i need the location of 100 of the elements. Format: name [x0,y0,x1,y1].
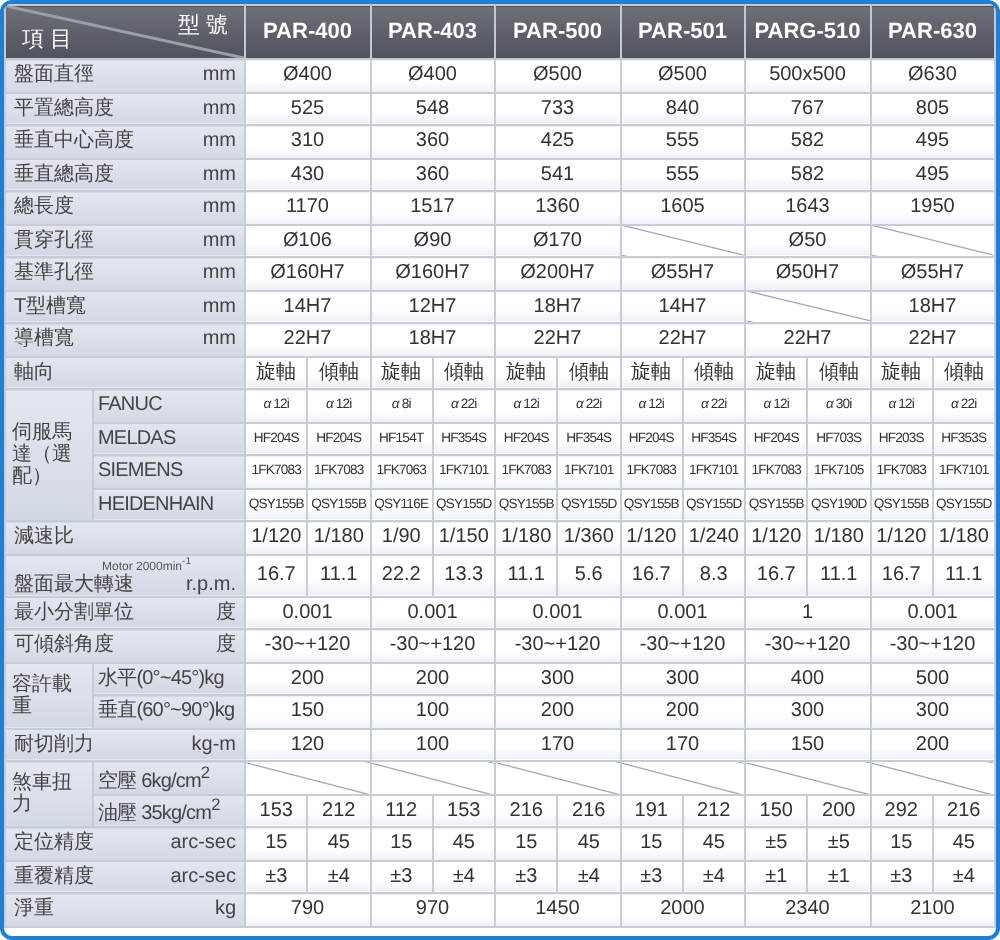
unit-label: mm [202,130,236,153]
blank-cell [620,761,745,794]
table-cell: 16.7 [620,554,683,596]
table-cell: 1/150 [432,521,495,554]
blank-cell [620,224,745,257]
table-cell: 582 [745,125,870,158]
column-header: PARG-510 [745,5,870,59]
table-cell: 1643 [745,191,870,224]
table-cell: 1/180 [932,521,995,554]
table-cell: 旋軸 [870,356,933,389]
table-cell: 425 [495,125,620,158]
table-cell: 200 [807,794,870,827]
blank-cell [870,224,995,257]
table-cell: Ø630 [870,59,995,92]
row-label: 空壓 6kg/cm$^{2}$ [93,761,245,794]
table-cell: Ø500 [620,59,745,92]
column-header: PAR-501 [620,5,745,59]
table-cell: 18H7 [370,323,495,356]
table-cell: Ø500 [495,59,620,92]
table-cell: 旋軸 [745,356,808,389]
table-cell: 0.001 [370,596,495,629]
table-cell: 805 [870,92,995,125]
table-cell: 15 [620,827,683,860]
table-cell: -30~+120 [245,629,370,662]
row-label: 平置總高度 [14,97,114,120]
row-label: 盤面直徑 [14,64,94,87]
table-cell: -30~+120 [495,629,620,662]
table-cell: 525 [245,92,370,125]
row-label: 水平(0°~45°)kg [93,662,245,695]
table-cell: 2100 [870,893,995,926]
table-cell: ±5 [807,827,870,860]
unit-label: 度 [216,601,236,624]
row-label: 定位精度 [14,832,94,855]
row-label: T型槽寬 [14,295,87,318]
group-label: 煞車扭力 [5,761,93,827]
table-cell: 傾軸 [807,356,870,389]
unit-label: mm [202,163,236,186]
unit-label: kg [214,898,236,921]
table-cell: 45 [432,827,495,860]
table-cell: Ø106 [245,224,370,257]
column-header: PAR-630 [870,5,995,59]
table-cell: 45 [682,827,745,860]
row-label: 減速比 [14,526,74,549]
blank-cell [870,761,995,794]
table-cell: 733 [495,92,620,125]
row-label: 導槽寬 [14,328,74,351]
table-cell: 100 [370,728,495,761]
table-cell: 767 [745,92,870,125]
table-cell: 傾軸 [432,356,495,389]
table-cell: ±1 [745,860,808,893]
table-cell: 0.001 [620,596,745,629]
table-cell: 212 [307,794,370,827]
row-label: 軸向 [14,361,54,384]
table-cell: Ø55H7 [620,257,745,290]
table-cell: 8.3 [682,554,745,596]
row-label: 油壓 35kg/cm$^{2}$ [93,794,245,827]
table-cell: 15 [870,827,933,860]
table-cell: 5.6 [557,554,620,596]
table-cell: ±4 [432,860,495,893]
table-cell: 14H7 [245,290,370,323]
table-cell: Ø50H7 [745,257,870,290]
table-cell: ±3 [370,860,433,893]
table-cell: Ø55H7 [870,257,995,290]
table-cell: 13.3 [432,554,495,596]
table-cell: Ø400 [370,59,495,92]
row-label: 總長度 [14,196,74,219]
table-cell: 16.7 [870,554,933,596]
table-cell: 790 [245,893,370,926]
table-cell: 150 [745,794,808,827]
table-cell: 1/180 [807,521,870,554]
row-label: FANUC [93,389,245,422]
blank-cell [745,761,870,794]
unit-label: kg-m [191,733,236,756]
table-cell: 14H7 [620,290,745,323]
table-cell: 22H7 [495,323,620,356]
table-cell: 1/180 [495,521,558,554]
table-cell: 970 [370,893,495,926]
table-cell: 15 [495,827,558,860]
table-cell: 200 [370,662,495,695]
blank-cell [370,761,495,794]
table-cell: ±4 [682,860,745,893]
table-cell: 45 [307,827,370,860]
table-cell: 170 [495,728,620,761]
table-cell: 45 [557,827,620,860]
blank-cell [495,761,620,794]
unit-label: mm [202,196,236,219]
unit-label: mm [202,295,236,318]
blank-cell [245,761,370,794]
group-label: 伺服馬達（選配） [5,389,93,521]
table-cell: 16.7 [245,554,308,596]
table-cell: ±3 [245,860,308,893]
table-cell: Ø50 [745,224,870,257]
table-cell: ±4 [557,860,620,893]
table-cell: 22.2 [370,554,433,596]
table-cell: 120 [245,728,370,761]
table-cell: 840 [620,92,745,125]
table-cell: 216 [495,794,558,827]
table-cell: 200 [245,662,370,695]
table-cell: 191 [620,794,683,827]
table-cell: 1/90 [370,521,433,554]
